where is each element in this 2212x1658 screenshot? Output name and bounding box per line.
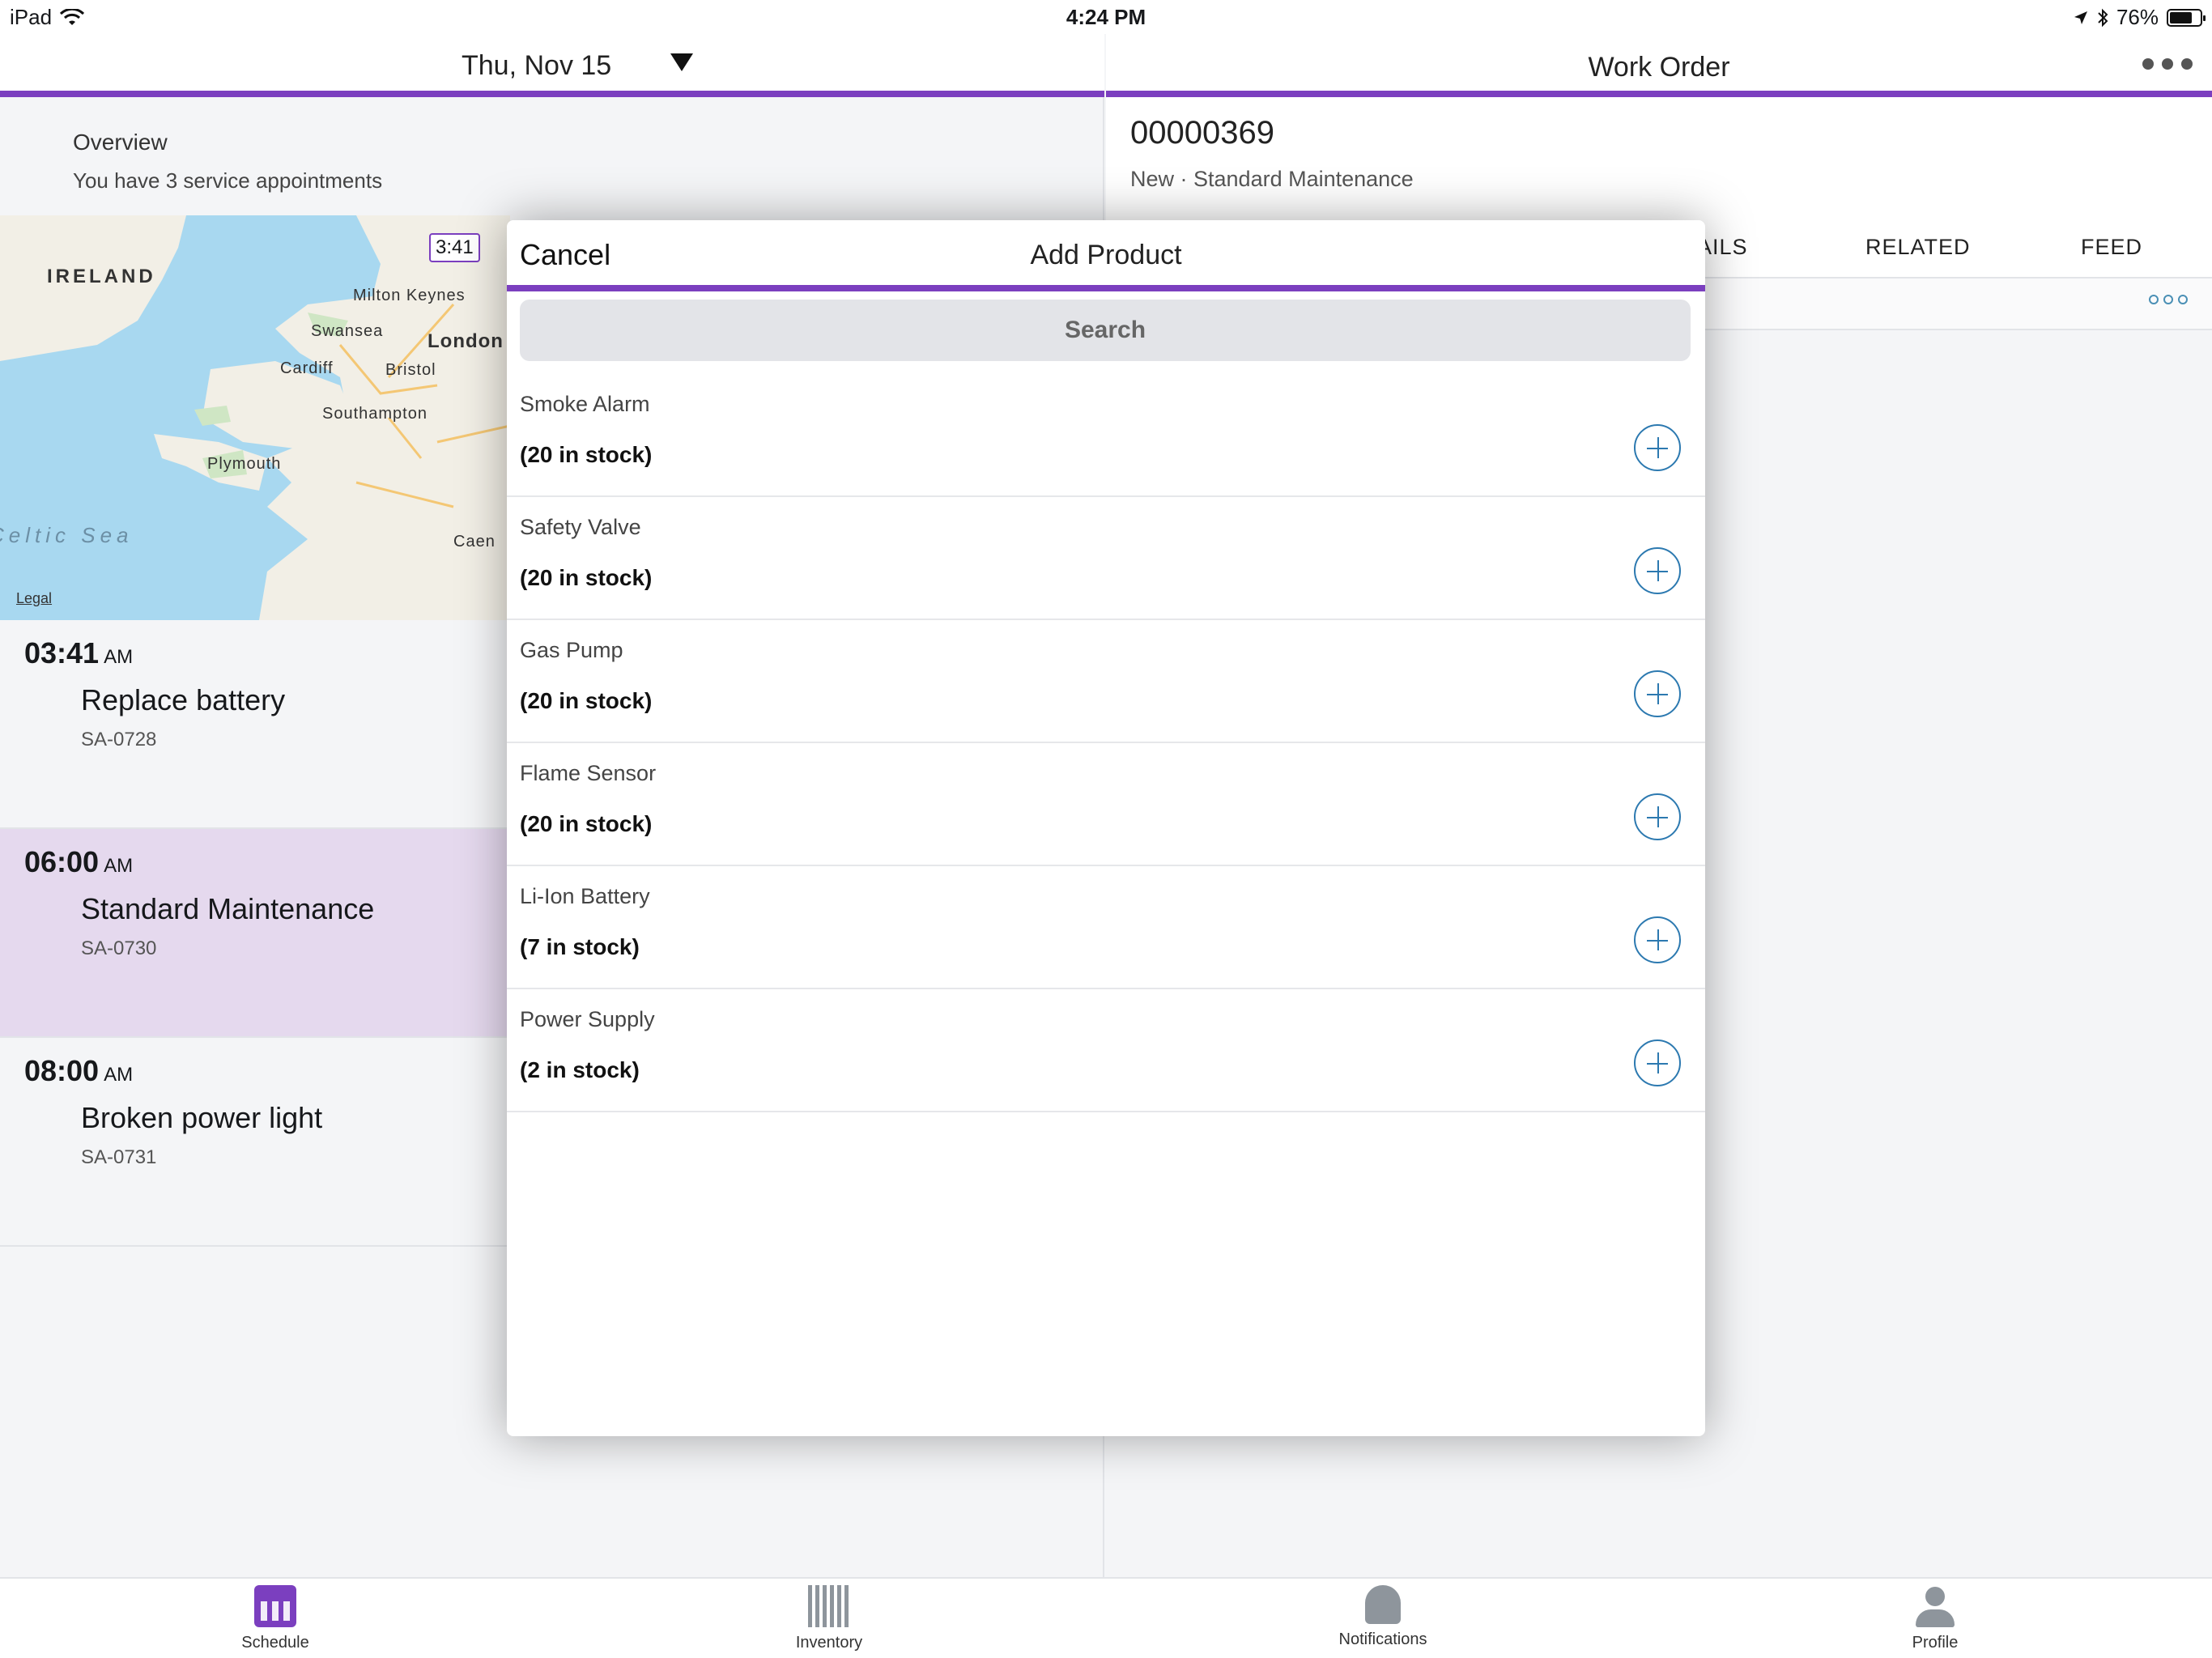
product-name: Flame Sensor bbox=[520, 761, 657, 785]
add-product-button[interactable] bbox=[1634, 547, 1681, 594]
battery-percent: 76% bbox=[2116, 5, 2159, 29]
product-name: Gas Pump bbox=[520, 638, 623, 662]
map-view[interactable]: IRELAND Milton Keynes Swansea London Car… bbox=[0, 215, 510, 620]
add-product-button[interactable] bbox=[1634, 916, 1681, 963]
appointment-title: Replace battery bbox=[81, 683, 286, 716]
battery-fill bbox=[2170, 11, 2193, 23]
map-label-bristol: Bristol bbox=[385, 361, 436, 379]
map-label-southampton: Southampton bbox=[322, 405, 428, 423]
map-label-ireland: IRELAND bbox=[47, 266, 156, 287]
add-product-button[interactable] bbox=[1634, 424, 1681, 471]
work-order-number: 00000369 bbox=[1130, 115, 1274, 151]
add-product-button[interactable] bbox=[1634, 793, 1681, 840]
chevron-down-icon[interactable] bbox=[670, 53, 693, 71]
appointment-id: SA-0731 bbox=[81, 1146, 157, 1168]
tab-schedule-label: Schedule bbox=[241, 1634, 309, 1652]
appointment-ampm: AM bbox=[104, 855, 134, 877]
product-row[interactable]: Gas Pump (20 in stock) bbox=[507, 620, 1705, 743]
status-bar: iPad 4:24 PM 76% bbox=[0, 0, 2212, 34]
add-product-button[interactable] bbox=[1634, 1039, 1681, 1086]
bell-icon bbox=[1365, 1585, 1401, 1624]
work-order-status: New · Standard Maintenance bbox=[1130, 167, 1414, 191]
cancel-button[interactable]: Cancel bbox=[520, 238, 610, 272]
product-name: Power Supply bbox=[520, 1007, 655, 1031]
appointment-id: SA-0728 bbox=[81, 729, 157, 750]
user-icon bbox=[1914, 1585, 1956, 1627]
appointment-time-value: 06:00 bbox=[24, 845, 100, 878]
overview: Overview You have 3 service appointments bbox=[73, 130, 382, 193]
overflow-icon[interactable] bbox=[2149, 295, 2188, 304]
modal-header: Cancel Add Product bbox=[507, 220, 1705, 291]
map-legal-link[interactable]: Legal bbox=[16, 590, 52, 607]
schedule-header: Thu, Nov 15 bbox=[0, 34, 1104, 97]
product-row[interactable]: Flame Sensor (20 in stock) bbox=[507, 743, 1705, 866]
tab-inventory[interactable]: Inventory bbox=[748, 1585, 910, 1652]
add-product-modal: Cancel Add Product Smoke Alarm (20 in st… bbox=[507, 220, 1705, 1436]
appointment-time-value: 08:00 bbox=[24, 1054, 100, 1087]
work-order-title: Work Order bbox=[1588, 52, 1730, 83]
modal-title: Add Product bbox=[1030, 240, 1182, 270]
tab-related[interactable]: RELATED bbox=[1865, 235, 1971, 260]
appointment-time: 08:00 AM bbox=[24, 1054, 133, 1088]
bluetooth-icon bbox=[2098, 8, 2108, 27]
product-stock: (20 in stock) bbox=[520, 688, 653, 713]
appointment-id: SA-0730 bbox=[81, 937, 157, 959]
appointment-title: Broken power light bbox=[81, 1101, 323, 1134]
bottom-tab-bar: Schedule Inventory Notifications Profile bbox=[0, 1577, 2212, 1658]
tab-schedule[interactable]: Schedule bbox=[194, 1585, 356, 1652]
barcode-icon bbox=[808, 1585, 850, 1627]
location-arrow-icon bbox=[2074, 11, 2087, 24]
product-stock: (2 in stock) bbox=[520, 1057, 640, 1082]
product-row[interactable]: Li-Ion Battery (7 in stock) bbox=[507, 866, 1705, 989]
tab-notifications[interactable]: Notifications bbox=[1302, 1585, 1464, 1649]
overview-subtitle: You have 3 service appointments bbox=[73, 168, 383, 193]
map-pin-callout[interactable]: 3:41 bbox=[429, 233, 480, 262]
appointment-time-value: 03:41 bbox=[24, 636, 100, 670]
appointment-ampm: AM bbox=[104, 646, 134, 668]
work-order-header: Work Order bbox=[1106, 34, 2212, 97]
product-name: Smoke Alarm bbox=[520, 392, 650, 416]
map-label-celtic-sea: Celtic Sea bbox=[0, 523, 134, 547]
tab-feed[interactable]: FEED bbox=[2081, 235, 2142, 260]
product-row[interactable]: Safety Valve (20 in stock) bbox=[507, 497, 1705, 620]
tab-notifications-label: Notifications bbox=[1338, 1630, 1427, 1648]
work-order-summary: 00000369 New · Standard Maintenance bbox=[1106, 97, 2212, 217]
appointment-time: 06:00 AM bbox=[24, 845, 133, 879]
product-row[interactable]: Power Supply (2 in stock) bbox=[507, 989, 1705, 1112]
battery-icon bbox=[2167, 8, 2206, 27]
status-right: 76% bbox=[2073, 5, 2206, 30]
map-label-cardiff: Cardiff bbox=[280, 359, 334, 377]
add-product-button[interactable] bbox=[1634, 670, 1681, 717]
overview-title: Overview bbox=[73, 130, 168, 155]
calendar-icon bbox=[254, 1585, 296, 1627]
product-name: Safety Valve bbox=[520, 515, 641, 539]
map-label-milton-keynes: Milton Keynes bbox=[353, 287, 466, 304]
map-label-plymouth: Plymouth bbox=[207, 455, 282, 473]
map-label-london: London bbox=[428, 330, 504, 352]
map-label-caen: Caen bbox=[453, 533, 496, 551]
appointment-time: 03:41 AM bbox=[24, 636, 133, 670]
product-stock: (7 in stock) bbox=[520, 934, 640, 959]
search-input[interactable] bbox=[520, 300, 1691, 361]
product-stock: (20 in stock) bbox=[520, 442, 653, 467]
more-actions-icon[interactable] bbox=[2142, 58, 2193, 70]
date-selector[interactable]: Thu, Nov 15 bbox=[462, 50, 611, 82]
status-time: 4:24 PM bbox=[1066, 5, 1146, 29]
product-stock: (20 in stock) bbox=[520, 811, 653, 836]
tab-profile[interactable]: Profile bbox=[1854, 1585, 2016, 1652]
tab-profile-label: Profile bbox=[1912, 1634, 1959, 1652]
appointment-ampm: AM bbox=[104, 1064, 134, 1086]
product-stock: (20 in stock) bbox=[520, 565, 653, 590]
product-name: Li-Ion Battery bbox=[520, 884, 650, 908]
map-label-swansea: Swansea bbox=[311, 322, 384, 340]
product-row[interactable]: Smoke Alarm (20 in stock) bbox=[507, 374, 1705, 497]
tab-inventory-label: Inventory bbox=[795, 1634, 863, 1652]
appointment-title: Standard Maintenance bbox=[81, 892, 375, 925]
